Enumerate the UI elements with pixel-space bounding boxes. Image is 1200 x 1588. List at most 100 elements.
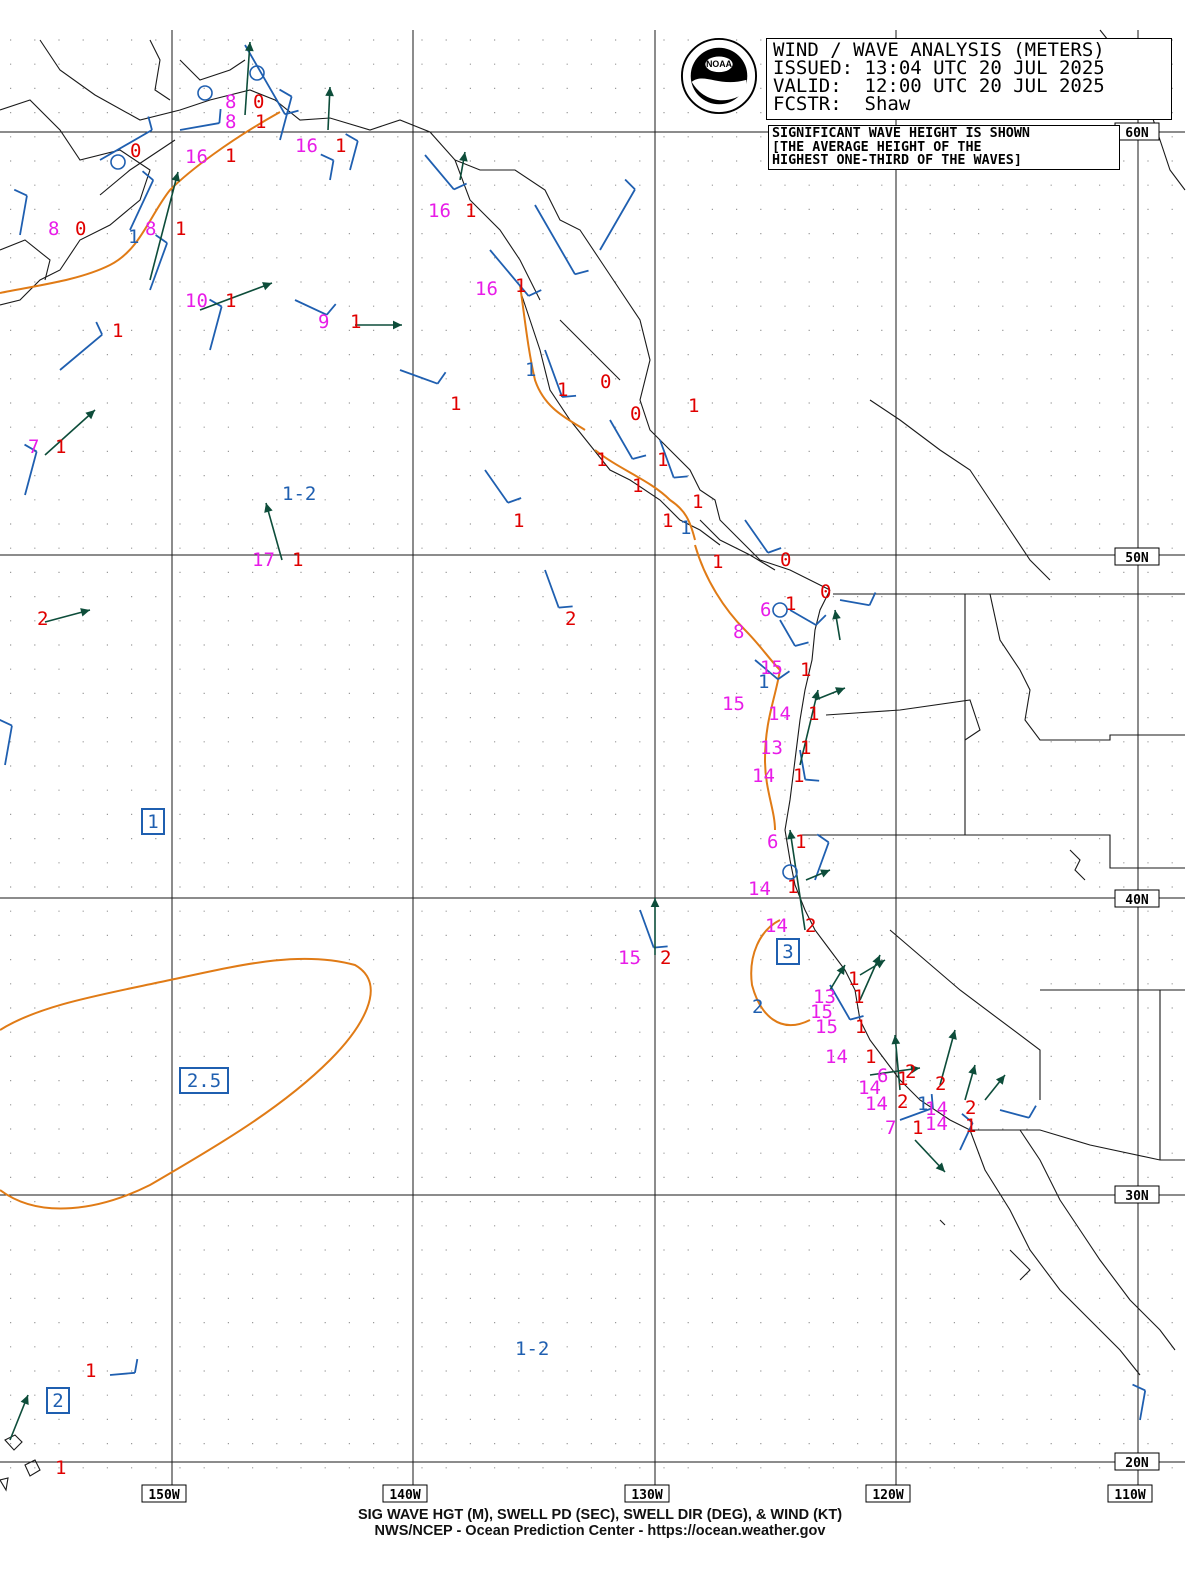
wave-height-label: 1 (225, 290, 236, 312)
swell-period-label: 16 (295, 135, 318, 157)
wave-height-label: 1 (712, 551, 723, 573)
noaa-logo: NOAA (680, 37, 758, 115)
wind-wave-map: 8816 161688109167178615151413146141415131… (0, 0, 1200, 1588)
wave-height-label: 1 (865, 1046, 876, 1068)
wave-height-label: 1 (800, 659, 811, 681)
lat-label: 30N (1125, 1189, 1149, 1204)
swell-period-label: 15 (815, 1016, 838, 1038)
swell-period-label: 8 (225, 111, 236, 133)
lon-label: 110W (1114, 1488, 1145, 1503)
wave-height-label: 1 (596, 449, 607, 471)
wave-height-label: 1 (853, 986, 864, 1008)
svg-text:NOAA: NOAA (706, 59, 732, 69)
explanation-box: SIGNIFICANT WAVE HEIGHT IS SHOWN [THE AV… (768, 125, 1120, 170)
forecaster: FCSTR: Shaw (773, 93, 911, 115)
wave-height-label: 1 (688, 395, 699, 417)
wave-height-label: 1 (175, 218, 186, 240)
wave-height-label: 1 (808, 703, 819, 725)
wave-height-range-label: 1 (917, 1093, 928, 1115)
wave-height-label: 1 (465, 200, 476, 222)
wave-height-label: 1 (692, 491, 703, 513)
wave-height-label: 1 (112, 320, 123, 342)
swell-period-label: 10 (185, 290, 208, 312)
swell-period-label: 17 (252, 549, 275, 571)
swell-period-label: 13 (760, 737, 783, 759)
lon-label: 150W (148, 1488, 179, 1503)
boxed-height-value: 2.5 (187, 1070, 221, 1092)
swell-period-label: 8 (225, 91, 236, 113)
wave-height-label: 1 (965, 1115, 976, 1137)
wave-height-label: 0 (630, 403, 641, 425)
note-line-2: [THE AVERAGE HEIGHT OF THE (772, 139, 982, 155)
lon-label: 120W (872, 1488, 903, 1503)
wave-height-label: 1 (657, 449, 668, 471)
wave-height-range-label: 1 (525, 359, 536, 381)
wave-height-label: 1 (912, 1117, 923, 1139)
lat-label: 50N (1125, 551, 1149, 566)
swell-period-label: 8 (48, 218, 59, 240)
wave-height-label: 2 (905, 1061, 916, 1083)
lat-label: 20N (1125, 1456, 1149, 1471)
wave-height-label: 1 (225, 145, 236, 167)
wave-height-label: 0 (253, 91, 264, 113)
wave-height-label: 2 (805, 915, 816, 937)
boxed-height-value: 1 (147, 811, 158, 833)
wave-height-label: 2 (37, 608, 48, 630)
swell-period-label: 14 (865, 1093, 888, 1115)
wave-height-range-label: 1-2 (515, 1338, 549, 1360)
wave-height-range-label: 1-2 (282, 483, 316, 505)
swell-period-label: 14 (752, 765, 775, 787)
swell-period-label: 16 (428, 200, 451, 222)
lon-label: 140W (389, 1488, 420, 1503)
wave-height-label: 2 (897, 1091, 908, 1113)
lat-label: 40N (1125, 893, 1149, 908)
wind-barb-feather (805, 778, 820, 782)
wind-barb-feather (218, 109, 222, 124)
swell-period-label: 14 (765, 915, 788, 937)
lat-label: 60N (1125, 126, 1149, 141)
swell-period-label: 8 (145, 218, 156, 240)
wave-height-label: 1 (335, 135, 346, 157)
wave-height-label: 0 (130, 140, 141, 162)
swell-period-label: 15 (722, 693, 745, 715)
wave-height-label: 1 (55, 436, 66, 458)
boxed-height-value: 3 (782, 941, 793, 963)
swell-period-label: 9 (318, 311, 329, 333)
boxed-height-value: 2 (52, 1390, 63, 1412)
swell-period-label: 7 (28, 436, 39, 458)
wave-height-label: 1 (350, 311, 361, 333)
wave-height-label: 2 (565, 608, 576, 630)
wave-height-label: 0 (75, 218, 86, 240)
wave-height-label: 1 (632, 475, 643, 497)
swell-period-label: 7 (885, 1117, 896, 1139)
swell-period-label: 15 (618, 947, 641, 969)
wave-height-label: 1 (292, 549, 303, 571)
swell-period-label: 8 (733, 621, 744, 643)
note-line-3: HIGHEST ONE-THIRD OF THE WAVES] (772, 153, 1022, 168)
map-title: WIND / WAVE ANALYSIS (METERS) (773, 39, 1105, 61)
wave-height-label: 1 (513, 510, 524, 532)
lon-label: 130W (631, 1488, 662, 1503)
swell-period-label: 14 (825, 1046, 848, 1068)
wave-height-label: 2 (660, 947, 671, 969)
wave-height-label: 1 (55, 1457, 66, 1479)
wave-height-range-label: 1 (128, 226, 139, 248)
swell-period-label: 14 (768, 703, 791, 725)
footer-credit: NWS/NCEP - Ocean Prediction Center - htt… (374, 1523, 826, 1539)
wave-height-label: 1 (793, 765, 804, 787)
wave-height-label: 1 (85, 1360, 96, 1382)
swell-period-label: 14 (925, 1113, 948, 1135)
header-box: WIND / WAVE ANALYSIS (METERS) ISSUED: 13… (766, 38, 1172, 120)
wave-height-label: 1 (855, 1016, 866, 1038)
wave-height-label: 1 (255, 111, 266, 133)
wave-height-range-label: 1 (758, 671, 769, 693)
wave-height-label: 1 (800, 737, 811, 759)
swell-period-label: 16 (475, 278, 498, 300)
swell-period-label: 6 (877, 1065, 888, 1087)
wave-height-label: 0 (780, 549, 791, 571)
wave-height-label: 0 (820, 581, 831, 603)
wave-height-label: 1 (450, 393, 461, 415)
wind-barb-feather (673, 475, 688, 479)
footer-legend: SIG WAVE HGT (M), SWELL PD (SEC), SWELL … (357, 1507, 843, 1523)
wave-height-range-label: 1 (680, 517, 691, 539)
